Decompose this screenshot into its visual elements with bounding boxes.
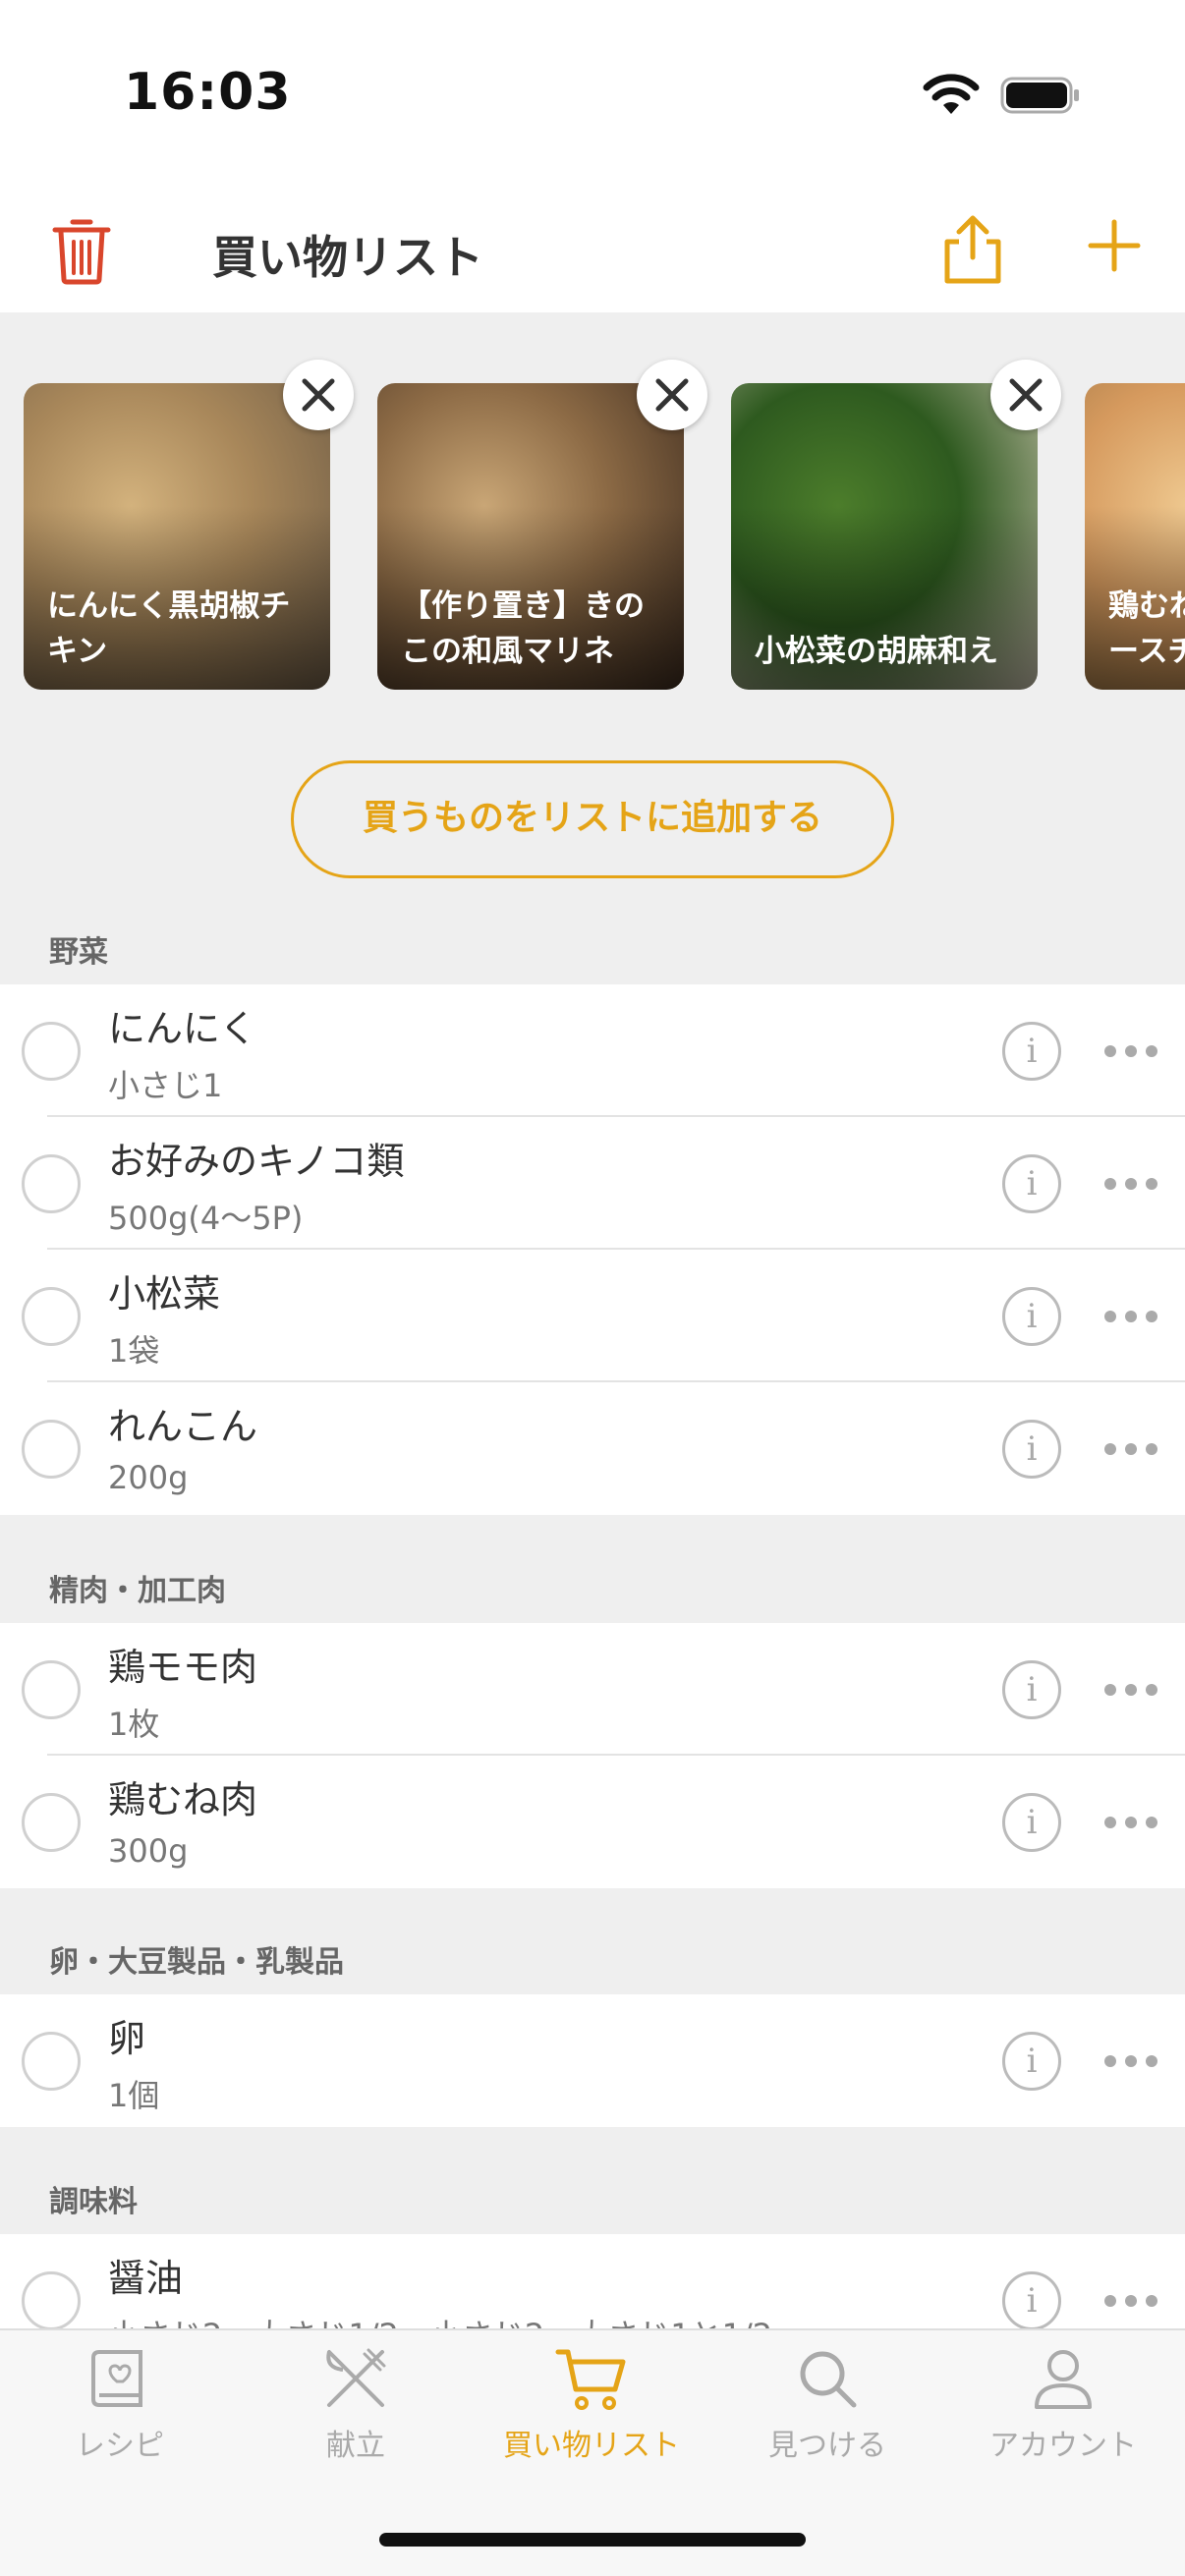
item-group: にんにく 小さじ1 i お好みのキノコ類 500g(4〜5P) i 小松菜 1袋… (0, 984, 1185, 1515)
item-quantity: 1枚 (108, 1706, 160, 1743)
checkbox[interactable] (22, 1420, 81, 1479)
recipe-book-icon (91, 2350, 142, 2407)
list-item[interactable]: 鶏モモ肉 1枚 i (0, 1623, 1185, 1756)
list-item[interactable]: お好みのキノコ類 500g(4〜5P) i (0, 1117, 1185, 1250)
info-icon[interactable]: i (1002, 1793, 1061, 1852)
list-item[interactable]: にんにく 小さじ1 i (0, 984, 1185, 1117)
more-icon[interactable] (1100, 2287, 1161, 2317)
section-label: 卵・大豆製品・乳製品 (49, 1945, 344, 1980)
info-icon[interactable]: i (1002, 1420, 1061, 1479)
remove-recipe-button[interactable] (990, 360, 1061, 430)
item-name: にんにく (108, 1007, 257, 1050)
item-quantity: 1個 (108, 2077, 160, 2114)
more-icon[interactable] (1100, 1676, 1161, 1706)
battery-icon (1000, 77, 1079, 114)
checkbox[interactable] (22, 1793, 81, 1852)
remove-recipe-button[interactable] (637, 360, 707, 430)
list-item[interactable]: 鶏むね肉 300g i (0, 1756, 1185, 1888)
checkbox[interactable] (22, 2271, 81, 2330)
info-icon[interactable]: i (1002, 2271, 1061, 2330)
section-label: 調味料 (49, 2185, 138, 2219)
close-icon (302, 378, 335, 412)
checkbox[interactable] (22, 1660, 81, 1719)
recipe-card[interactable]: 小松菜の胡麻和え (731, 383, 1038, 690)
tab-label: 見つける (768, 2429, 886, 2463)
tab-label: 買い物リスト (503, 2429, 680, 2463)
checkbox[interactable] (22, 1154, 81, 1213)
tab-label: レシピ (76, 2429, 164, 2463)
recipe-card[interactable]: 【作り置き】きのこの和風マリネ (377, 383, 684, 690)
recipe-strip[interactable]: にんにく黒胡椒チキン 【作り置き】きのこの和風マリネ 小松菜の胡麻和え 鶏むね肉… (0, 312, 1185, 705)
status-bar: 16:03 (0, 0, 1185, 187)
info-icon[interactable]: i (1002, 2032, 1061, 2091)
item-quantity: 1袋 (108, 1332, 160, 1370)
remove-recipe-button[interactable] (283, 360, 354, 430)
fork-knife-icon (326, 2348, 386, 2407)
add-to-list-button[interactable]: 買うものをリストに追加する (291, 760, 894, 878)
wifi-icon (923, 74, 980, 114)
search-icon (800, 2351, 857, 2408)
item-group: 鶏モモ肉 1枚 i 鶏むね肉 300g i (0, 1623, 1185, 1888)
item-name: 醤油 (108, 2257, 184, 2300)
checkbox[interactable] (22, 1022, 81, 1081)
item-name: 鶏モモ肉 (108, 1646, 258, 1689)
info-icon[interactable]: i (1002, 1287, 1061, 1346)
more-icon[interactable] (1100, 1037, 1161, 1067)
info-icon[interactable]: i (1002, 1660, 1061, 1719)
list-item[interactable]: 卵 1個 i (0, 1994, 1185, 2127)
section-label: 野菜 (49, 935, 108, 970)
item-quantity: 300g (108, 1832, 189, 1870)
more-icon[interactable] (1100, 1435, 1161, 1465)
list-item[interactable]: れんこん 200g i (0, 1382, 1185, 1515)
share-icon[interactable] (941, 212, 1004, 285)
item-name: 小松菜 (108, 1272, 221, 1316)
item-quantity: 500g(4〜5P) (108, 1200, 304, 1237)
trash-icon[interactable] (51, 216, 112, 285)
info-icon[interactable]: i (1002, 1154, 1061, 1213)
more-icon[interactable] (1100, 1170, 1161, 1200)
more-icon[interactable] (1100, 2047, 1161, 2077)
tab-menu[interactable]: 献立 (238, 2344, 474, 2501)
person-icon (1035, 2350, 1092, 2409)
recipe-title: 鶏むね肉の風味ソースチキン (1108, 588, 1185, 669)
tab-account[interactable]: アカウント (945, 2344, 1181, 2501)
cart-icon (555, 2349, 626, 2410)
checkbox[interactable] (22, 1287, 81, 1346)
navbar: 買い物リスト (0, 187, 1185, 312)
list-item[interactable]: 小松菜 1袋 i (0, 1250, 1185, 1382)
item-name: れんこん (108, 1405, 258, 1448)
close-icon (1009, 378, 1043, 412)
recipe-card[interactable]: にんにく黒胡椒チキン (24, 383, 330, 690)
item-group: 卵 1個 i (0, 1994, 1185, 2127)
item-quantity: 200g (108, 1459, 189, 1496)
recipe-title: 小松菜の胡麻和え (755, 634, 998, 669)
tab-label: 献立 (326, 2429, 385, 2463)
item-name: 鶏むね肉 (108, 1778, 258, 1821)
tab-recipe[interactable]: レシピ (2, 2344, 238, 2501)
item-quantity: 小さじ1 (108, 1067, 223, 1104)
status-time: 16:03 (124, 63, 292, 122)
add-icon[interactable] (1087, 218, 1142, 273)
close-icon (655, 378, 689, 412)
tab-label: アカウント (989, 2429, 1137, 2463)
recipe-title: にんにく黒胡椒チキン (47, 588, 291, 669)
item-name: お好みのキノコ類 (108, 1140, 405, 1183)
section-label: 精肉・加工肉 (49, 1574, 226, 1608)
page-title: 買い物リスト (212, 231, 483, 284)
info-icon[interactable]: i (1002, 1022, 1061, 1081)
item-name: 卵 (108, 2017, 146, 2060)
recipe-title: 【作り置き】きのこの和風マリネ (401, 588, 645, 669)
checkbox[interactable] (22, 2032, 81, 2091)
more-icon[interactable] (1100, 1809, 1161, 1838)
tab-discover[interactable]: 見つける (709, 2344, 945, 2501)
home-indicator (379, 2533, 806, 2547)
tab-shopping-list[interactable]: 買い物リスト (474, 2344, 709, 2501)
recipe-card[interactable]: 鶏むね肉の風味ソースチキン (1085, 383, 1185, 690)
more-icon[interactable] (1100, 1303, 1161, 1332)
